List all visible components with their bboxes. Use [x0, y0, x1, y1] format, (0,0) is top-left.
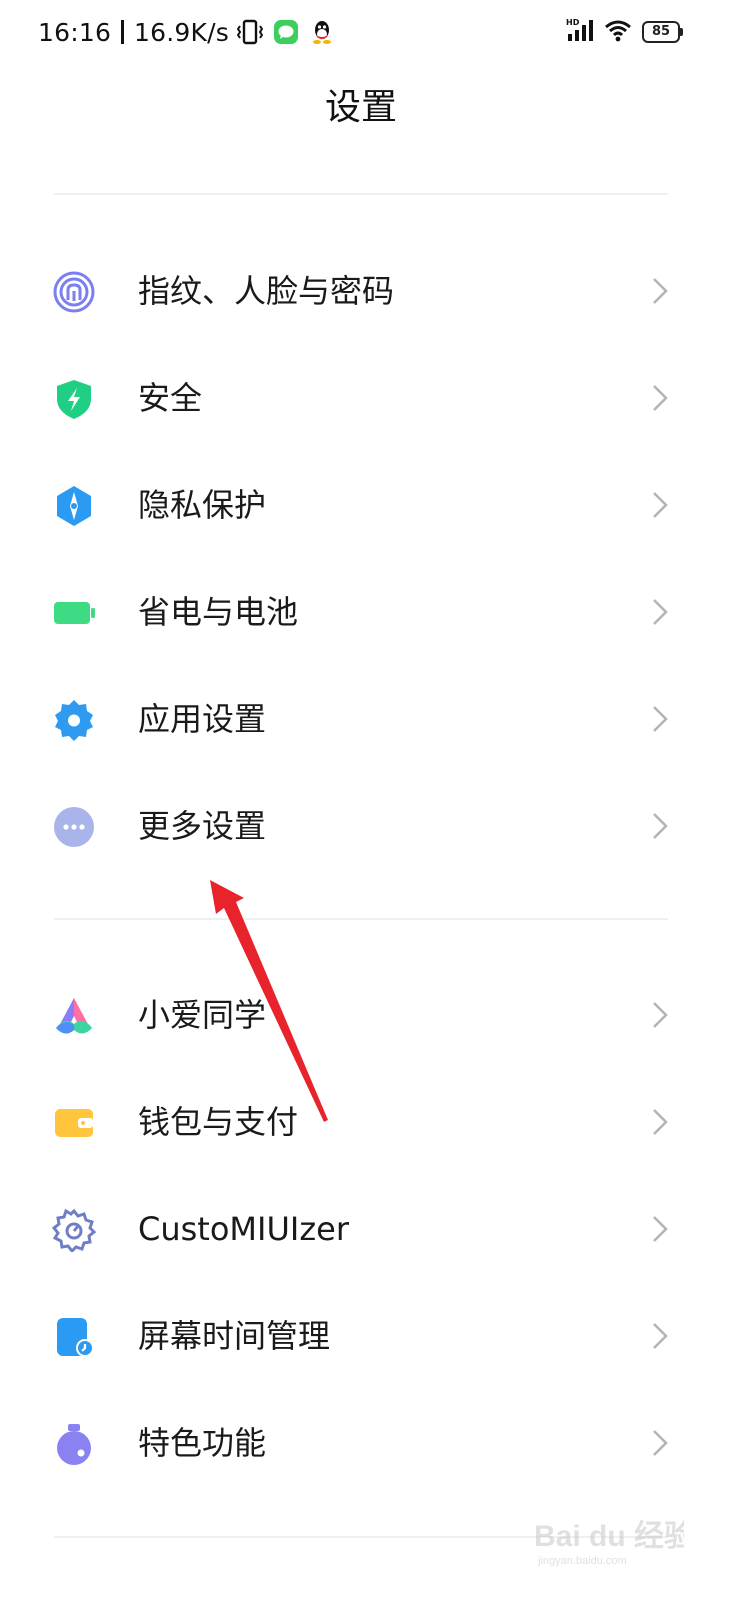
settings-item-xiaoai[interactable]: 小爱同学	[0, 964, 722, 1064]
settings-item-battery[interactable]: 省电与电池	[0, 561, 722, 661]
settings-item-label: 小爱同学	[138, 996, 267, 1034]
privacy-icon	[52, 484, 96, 528]
network-speed: 16.9K/s	[134, 17, 229, 47]
chevron-right-icon	[650, 597, 670, 627]
battery-indicator: 85	[642, 21, 683, 43]
screen-time-icon	[52, 1315, 96, 1359]
settings-item-security[interactable]: 安全	[0, 347, 722, 447]
vibrate-icon	[236, 18, 263, 46]
chevron-right-icon	[650, 1214, 670, 1244]
chevron-right-icon	[650, 383, 670, 413]
gear-icon	[52, 698, 96, 742]
chevron-right-icon	[650, 811, 670, 841]
settings-screen: 16:16 16.9K/s HD 85 设置 指纹、人脸与密码 安全 隐私保护 …	[0, 0, 738, 1600]
more-icon	[52, 805, 96, 849]
qq-icon	[311, 19, 333, 45]
settings-item-wallet[interactable]: 钱包与支付	[0, 1071, 722, 1171]
chevron-right-icon	[650, 1000, 670, 1030]
chevron-right-icon	[650, 1321, 670, 1351]
status-bar-left: 16:16 16.9K/s	[38, 16, 333, 48]
settings-item-label: CustoMIUIzer	[138, 1210, 349, 1248]
cog-outline-icon	[51, 1208, 97, 1254]
settings-item-app-settings[interactable]: 应用设置	[0, 668, 722, 768]
feature-icon	[52, 1422, 96, 1466]
chevron-right-icon	[650, 1107, 670, 1137]
chevron-right-icon	[650, 1428, 670, 1458]
baidu-jingyan-watermark: Bai du 经验 jingyan.baidu.com	[534, 1519, 684, 1567]
header-divider	[54, 193, 668, 195]
chevron-right-icon	[650, 490, 670, 520]
group-divider	[54, 918, 668, 920]
fingerprint-icon	[52, 270, 96, 314]
battery-icon	[52, 591, 96, 635]
settings-item-screen-time[interactable]: 屏幕时间管理	[0, 1285, 722, 1385]
settings-item-features[interactable]: 特色功能	[0, 1392, 722, 1492]
hd-signal-icon: HD	[566, 17, 594, 47]
settings-item-label: 安全	[138, 379, 203, 417]
settings-item-customiuizer[interactable]: CustoMIUIzer	[0, 1178, 722, 1278]
message-icon	[273, 19, 299, 45]
settings-item-label: 指纹、人脸与密码	[138, 272, 395, 310]
security-shield-icon	[52, 377, 96, 421]
settings-item-privacy[interactable]: 隐私保护	[0, 454, 722, 554]
status-bar: 16:16 16.9K/s HD 85	[0, 0, 738, 64]
status-separator	[121, 20, 125, 44]
settings-item-label: 特色功能	[138, 1424, 267, 1462]
settings-item-label: 省电与电池	[138, 593, 299, 631]
svg-text:HD: HD	[566, 18, 580, 27]
settings-item-fingerprint[interactable]: 指纹、人脸与密码	[0, 240, 722, 340]
watermark-subtext: jingyan.baidu.com	[537, 1555, 627, 1567]
settings-item-label: 应用设置	[138, 700, 267, 738]
status-bar-right: HD 85	[556, 16, 683, 48]
settings-item-label: 更多设置	[138, 807, 267, 845]
settings-item-label: 隐私保护	[138, 486, 267, 524]
settings-item-label: 屏幕时间管理	[138, 1317, 331, 1355]
page-title: 设置	[324, 87, 397, 128]
xiaoai-icon	[52, 994, 96, 1038]
watermark-text: Bai du 经验	[534, 1519, 684, 1553]
settings-item-label: 钱包与支付	[138, 1103, 299, 1141]
chevron-right-icon	[650, 704, 670, 734]
wifi-icon	[604, 18, 632, 46]
wallet-icon	[52, 1101, 96, 1145]
settings-item-more-settings[interactable]: 更多设置	[0, 775, 722, 875]
status-time: 16:16	[38, 17, 112, 47]
chevron-right-icon	[650, 276, 670, 306]
